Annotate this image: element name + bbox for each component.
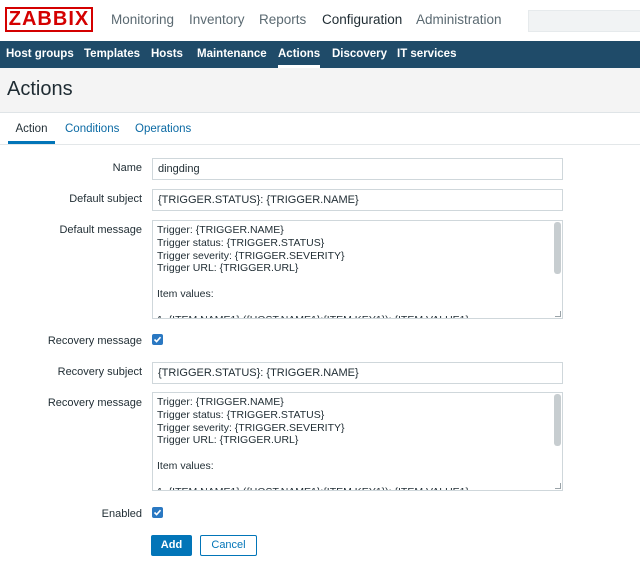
nav-inventory[interactable]: Inventory xyxy=(189,0,245,41)
tab-action[interactable]: Action xyxy=(8,113,55,144)
tab-conditions[interactable]: Conditions xyxy=(65,113,119,144)
default-subject-input[interactable]: {TRIGGER.STATUS}: {TRIGGER.NAME} xyxy=(152,189,563,211)
add-button[interactable]: Add xyxy=(151,535,192,556)
subnav-host-groups[interactable]: Host groups xyxy=(6,41,74,68)
subnav-actions[interactable]: Actions xyxy=(278,41,321,68)
tab-operations[interactable]: Operations xyxy=(135,113,191,144)
search-input[interactable] xyxy=(528,10,640,32)
recovery-message-text: Trigger: {TRIGGER.NAME} Trigger status: … xyxy=(157,396,469,490)
default-message-text: Trigger: {TRIGGER.NAME} Trigger status: … xyxy=(157,224,469,318)
recovery-message-label: Recovery message xyxy=(47,335,142,347)
nav-configuration[interactable]: Configuration xyxy=(322,0,402,41)
default-message-scrollbar[interactable] xyxy=(554,222,561,274)
subnav-discovery[interactable]: Discovery xyxy=(332,41,387,68)
recovery-message-textarea[interactable]: Trigger: {TRIGGER.NAME} Trigger status: … xyxy=(152,392,563,491)
subnav-maintenance[interactable]: Maintenance xyxy=(197,41,267,68)
tab-bar: Action Conditions Operations xyxy=(0,113,640,145)
top-header: ZABBIX Monitoring Inventory Reports Conf… xyxy=(0,0,640,42)
recovery-subject-input[interactable]: {TRIGGER.STATUS}: {TRIGGER.NAME} xyxy=(152,362,563,384)
default-message-label: Default message xyxy=(59,224,142,236)
subnav-templates[interactable]: Templates xyxy=(84,41,140,68)
subnav-it-services[interactable]: IT services xyxy=(397,41,456,68)
recovery-message-text-label: Recovery message xyxy=(47,397,142,409)
nav-administration[interactable]: Administration xyxy=(416,0,502,41)
cancel-button[interactable]: Cancel xyxy=(200,535,257,556)
enabled-checkbox[interactable] xyxy=(152,507,163,518)
page-title: Actions xyxy=(7,78,73,100)
subnav-hosts[interactable]: Hosts xyxy=(151,41,183,68)
checkmark-icon xyxy=(153,509,162,516)
default-subject-label: Default subject xyxy=(69,193,142,205)
recovery-message-checkbox[interactable] xyxy=(152,334,163,345)
resize-grip-icon[interactable] xyxy=(555,311,561,317)
recovery-message-scrollbar[interactable] xyxy=(554,394,561,446)
name-label: Name xyxy=(112,162,142,174)
zabbix-logo[interactable]: ZABBIX xyxy=(5,7,93,32)
enabled-label: Enabled xyxy=(101,508,142,520)
name-input[interactable]: dingding xyxy=(152,158,563,180)
nav-reports[interactable]: Reports xyxy=(259,0,306,41)
nav-monitoring[interactable]: Monitoring xyxy=(111,0,174,41)
recovery-subject-label: Recovery subject xyxy=(57,366,142,378)
sub-navigation: Host groups Templates Hosts Maintenance … xyxy=(0,41,640,68)
default-message-textarea[interactable]: Trigger: {TRIGGER.NAME} Trigger status: … xyxy=(152,220,563,319)
logo-text: ZABBIX xyxy=(8,8,90,30)
checkmark-icon xyxy=(153,336,162,343)
resize-grip-icon[interactable] xyxy=(555,483,561,489)
